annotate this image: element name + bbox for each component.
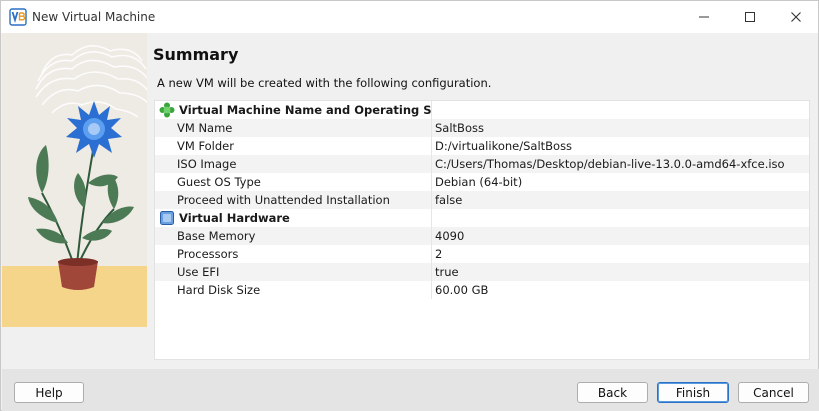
title-bar[interactable]: New Virtual Machine — [1, 1, 818, 33]
tree-row-iso-image[interactable]: ISO Image C:/Users/Thomas/Desktop/debian… — [155, 155, 809, 173]
row-key: ISO Image — [155, 155, 432, 173]
cancel-button[interactable]: Cancel — [738, 382, 809, 403]
row-key: Processors — [155, 245, 432, 263]
finish-button[interactable]: Finish — [657, 382, 729, 403]
row-key: Use EFI — [155, 263, 432, 281]
row-value: true — [435, 265, 459, 279]
window-title: New Virtual Machine — [32, 10, 156, 24]
help-button[interactable]: Help — [14, 382, 84, 403]
flower-pot-illustration — [2, 33, 147, 327]
tree-row-hard-disk-size[interactable]: Hard Disk Size 60.00 GB — [155, 281, 809, 299]
minimize-button[interactable] — [681, 1, 727, 33]
row-value: 4090 — [435, 229, 465, 243]
row-key: VM Name — [155, 119, 432, 137]
row-value: D:/virtualikone/SaltBoss — [435, 139, 573, 153]
summary-tree[interactable]: Virtual Machine Name and Operating Syste… — [154, 100, 810, 360]
section-value — [432, 209, 809, 227]
row-key: Base Memory — [155, 227, 432, 245]
maximize-button[interactable] — [727, 1, 773, 33]
maximize-icon — [745, 12, 755, 22]
back-button[interactable]: Back — [577, 382, 648, 403]
row-value: Debian (64-bit) — [435, 175, 523, 189]
content-area: Summary A new VM will be created with th… — [147, 33, 819, 369]
page-description: A new VM will be created with the follow… — [157, 76, 492, 90]
row-value: C:/Users/Thomas/Desktop/debian-live-13.0… — [435, 157, 785, 171]
row-value: SaltBoss — [435, 121, 484, 135]
tree-row-use-efi[interactable]: Use EFI true — [155, 263, 809, 281]
row-key: Proceed with Unattended Installation — [155, 191, 432, 209]
tree-row-vm-name[interactable]: VM Name SaltBoss — [155, 119, 809, 137]
wizard-illustration — [2, 33, 147, 327]
tree-row-base-memory[interactable]: Base Memory 4090 — [155, 227, 809, 245]
section-value — [432, 101, 809, 119]
page-title: Summary — [153, 45, 239, 64]
close-icon — [791, 12, 801, 22]
row-value: false — [435, 193, 463, 207]
row-key: Hard Disk Size — [155, 281, 432, 299]
tree-row-processors[interactable]: Processors 2 — [155, 245, 809, 263]
new-vm-dialog: New Virtual Machine Summary A new VM wil… — [0, 0, 819, 411]
virtualbox-app-icon — [9, 8, 27, 26]
row-key: VM Folder — [155, 137, 432, 155]
tree-row-vm-folder[interactable]: VM Folder D:/virtualikone/SaltBoss — [155, 137, 809, 155]
button-bar: Help Back Finish Cancel — [2, 369, 819, 411]
section-header-vm-name-os[interactable]: Virtual Machine Name and Operating Syste… — [155, 101, 809, 119]
section-header-virtual-hardware[interactable]: Virtual Hardware — [155, 209, 809, 227]
row-value: 2 — [435, 247, 443, 261]
minimize-icon — [699, 16, 709, 18]
section-title: Virtual Machine Name and Operating Syste… — [155, 101, 432, 119]
tree-row-unattended-installation[interactable]: Proceed with Unattended Installation fal… — [155, 191, 809, 209]
section-title: Virtual Hardware — [155, 209, 432, 227]
tree-row-guest-os-type[interactable]: Guest OS Type Debian (64-bit) — [155, 173, 809, 191]
row-value: 60.00 GB — [435, 283, 489, 297]
row-key: Guest OS Type — [155, 173, 432, 191]
close-button[interactable] — [773, 1, 819, 33]
